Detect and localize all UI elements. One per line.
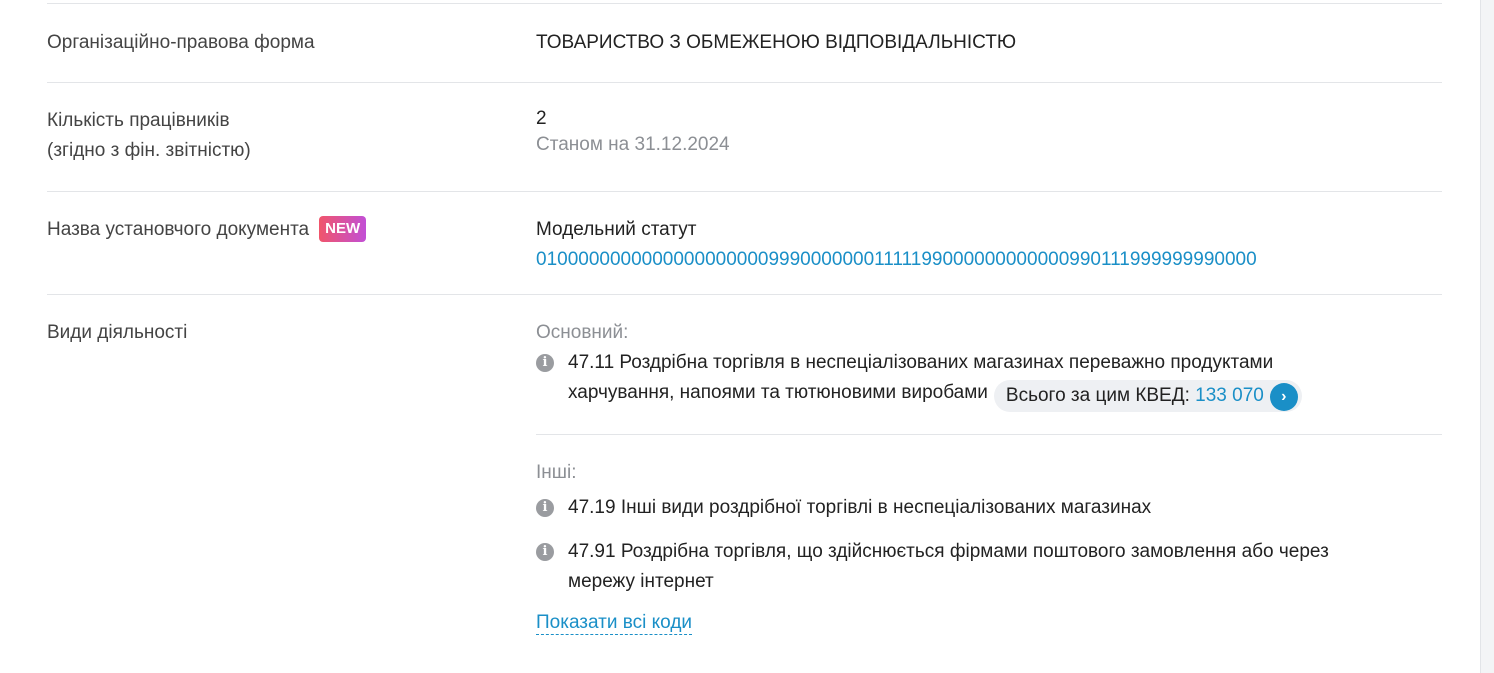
chevron-right-icon[interactable]: › xyxy=(1269,383,1298,411)
kved-total-pill[interactable]: Всього за цим КВЕД: 133 070 › xyxy=(993,380,1302,412)
employees-label-line2: (згідно з фін. звітністю) xyxy=(47,140,251,161)
employees-label: Кількість працівників (згідно з фін. зві… xyxy=(47,106,251,166)
activities-label: Види діяльності xyxy=(47,322,188,343)
main-activity-heading: Основний: xyxy=(536,322,629,343)
row-activities: Види діяльності Основний: i 47.11 Роздрі… xyxy=(47,295,1442,673)
main-activity-item: i 47.11 Роздрібна торгівля в неспеціаліз… xyxy=(536,348,1436,412)
activities-divider xyxy=(536,434,1442,435)
main-activity-text-line1: 47.11 Роздрібна торгівля в неспеціалізов… xyxy=(568,352,1274,373)
other-activity-item: i 47.19 Інші види роздрібної торгівлі в … xyxy=(536,493,1436,523)
row-legal-form: Організаційно-правова форма ТОВАРИСТВО З… xyxy=(47,4,1442,83)
row-employees: Кількість працівників (згідно з фін. зві… xyxy=(47,83,1442,192)
employees-as-of: Станом на 31.12.2024 xyxy=(536,134,730,155)
kved-total-value: 133 070 xyxy=(1195,385,1264,406)
other-activities-block: Інші: i 47.19 Інші види роздрібної торгі… xyxy=(536,458,1436,638)
main-activity-text-line2: харчування, напоями та тютюновими вироба… xyxy=(568,382,988,403)
founding-doc-name: Модельний статут xyxy=(536,219,697,240)
info-icon[interactable]: i xyxy=(536,354,554,372)
legal-form-label: Організаційно-правова форма xyxy=(47,32,315,53)
other-activity-text-line1: 47.91 Роздрібна торгівля, що здійснюєтьс… xyxy=(568,541,1329,562)
kved-total-label: Всього за цим КВЕД: xyxy=(1005,385,1190,406)
founding-doc-label: Назва установчого документа xyxy=(47,219,310,240)
info-icon[interactable]: i xyxy=(536,543,554,561)
founding-doc-label-wrap: Назва установчого документа NEW xyxy=(47,215,367,245)
legal-form-value: ТОВАРИСТВО З ОБМЕЖЕНОЮ ВІДПОВІДАЛЬНІСТЮ xyxy=(536,32,1017,53)
company-details-card: Організаційно-правова форма ТОВАРИСТВО З… xyxy=(0,0,1481,673)
other-activity-text: 47.19 Інші види роздрібної торгівлі в не… xyxy=(568,497,1152,518)
employees-value-block: 2 Станом на 31.12.2024 xyxy=(536,106,1436,158)
founding-doc-value-block: Модельний статут 01000000000000000000009… xyxy=(536,215,1436,275)
show-all-codes-link[interactable]: Показати всі коди xyxy=(536,612,693,635)
main-activity-text-line2-wrap: харчування, напоями та тютюновими вироба… xyxy=(568,378,1436,412)
employees-count: 2 xyxy=(536,108,547,129)
show-all-wrap: Показати всі коди xyxy=(536,608,1436,638)
new-badge: NEW xyxy=(319,216,367,242)
main-activity-block: Основний: i 47.11 Роздрібна торгівля в н… xyxy=(536,318,1436,412)
founding-doc-code-link[interactable]: 0100000000000000000000999000000011111990… xyxy=(536,245,1436,275)
other-activity-item: i 47.91 Роздрібна торгівля, що здійснюєт… xyxy=(536,537,1436,597)
other-activities-heading: Інші: xyxy=(536,462,577,483)
other-activity-text-line2: мережу інтернет xyxy=(568,571,714,592)
row-founding-document: Назва установчого документа NEW Модельний… xyxy=(47,192,1442,295)
employees-label-line1: Кількість працівників xyxy=(47,110,230,131)
info-icon[interactable]: i xyxy=(536,499,554,517)
